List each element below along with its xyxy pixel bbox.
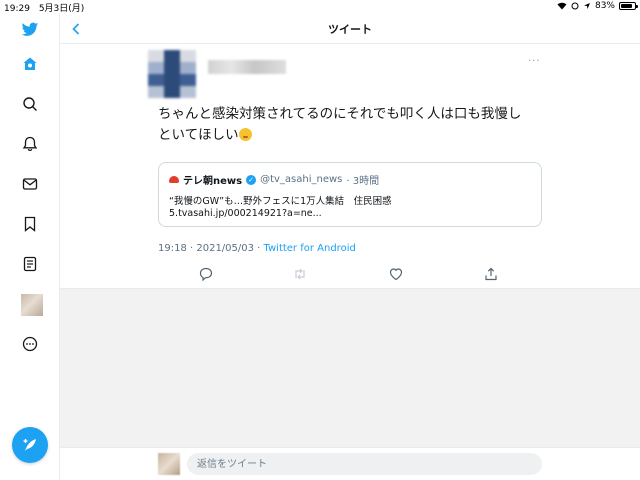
compose-button[interactable] [12,427,48,463]
quoted-tweet[interactable]: テレ朝news ✓ @tv_asahi_news · 3時間 “我慢のGW”も…… [158,162,542,227]
tweet-source-link[interactable]: Twitter for Android [264,243,356,254]
orientation-lock-icon [571,2,579,10]
tv-asahi-logo-icon [169,176,179,183]
share-icon [485,267,497,281]
home-icon[interactable] [14,48,46,80]
page-title: ツイート [328,23,372,36]
status-date: 5月3日(月) [38,4,85,14]
sidebar [0,14,60,480]
header: ツイート [60,14,640,44]
quoted-time: · 3時間 [346,176,380,187]
quoted-author-name: テレ朝news [183,176,243,187]
list-icon[interactable] [14,248,46,280]
compose-icon [23,439,36,451]
bell-icon[interactable] [14,128,46,160]
twitter-logo-icon[interactable] [14,14,46,46]
user-avatar [158,453,180,475]
tweet-text-line1: ちゃんと感染対策されてるのにそれでも叩く人は口も我慢し [158,106,522,122]
verified-badge-icon: ✓ [246,174,257,185]
tweet-meta: 19:18 · 2021/05/03 · Twitter for Android [158,243,356,254]
wifi-icon [557,2,567,10]
retweet-icon [295,268,305,280]
retweet-button[interactable] [292,266,308,282]
share-button[interactable] [483,266,499,282]
quoted-link: 5.tvasahi.jp/000214921?a=ne... [169,208,322,219]
bookmark-icon[interactable] [14,208,46,240]
location-icon [583,3,590,9]
tweet-actions [158,266,558,282]
more-options-button[interactable]: ··· [528,56,541,67]
battery-icon [619,2,638,10]
like-button[interactable] [388,266,404,282]
reply-bar [60,447,640,480]
tweet-text-line2: といてほしい [158,127,239,143]
author-avatar[interactable] [148,50,196,98]
profile-avatar[interactable] [21,294,43,316]
heart-icon [389,268,403,281]
status-time: 19:29 [4,4,30,14]
quoted-text: “我慢のGW”も…野外フェスに1万人集結 住民困惑 [169,196,392,207]
flushed-emoji-icon [238,128,252,141]
reply-icon [199,267,213,281]
tweet-timestamp: 19:18 · 2021/05/03 · [158,243,264,254]
quoted-author-handle: @tv_asahi_news [260,174,343,185]
empty-replies-area [60,289,640,447]
reply-button[interactable] [198,266,214,282]
reply-input[interactable] [187,453,542,475]
author-name[interactable] [208,60,286,74]
battery-percent: 83% [594,1,615,11]
status-bar: 19:29 5月3日(月) 83% [0,0,640,14]
search-icon[interactable] [14,88,46,120]
mail-icon[interactable] [14,168,46,200]
more-icon[interactable] [14,328,46,360]
tweet-text: ちゃんと感染対策されてるのにそれでも叩く人は口も我慢し といてほしい [158,104,558,146]
tweet-detail: ··· ちゃんと感染対策されてるのにそれでも叩く人は口も我慢し といてほしい テ… [60,44,640,289]
